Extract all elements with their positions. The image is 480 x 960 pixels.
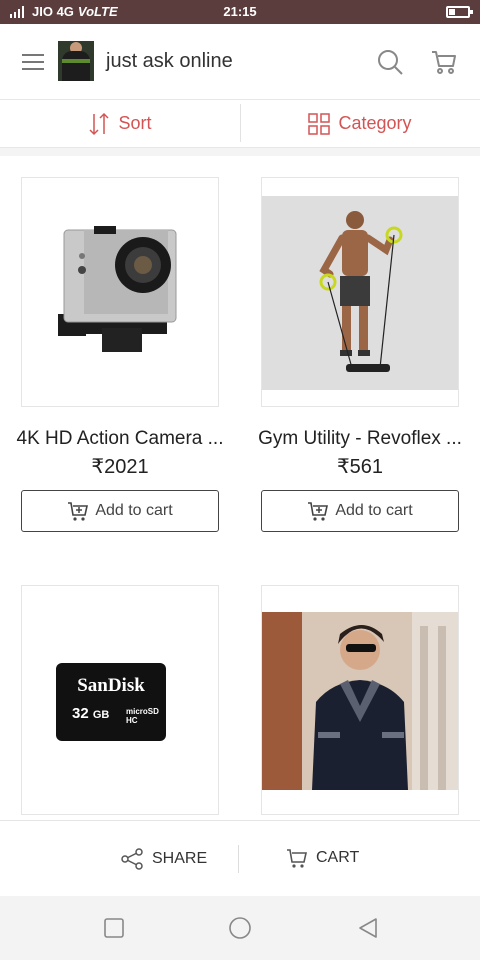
microsd-card: SanDisk 32 GB microSD HC bbox=[56, 663, 166, 741]
search-icon[interactable] bbox=[376, 48, 404, 76]
add-to-cart-button[interactable]: Add to cart bbox=[21, 490, 219, 532]
cart-label: CART bbox=[316, 849, 360, 866]
battery-icon bbox=[446, 6, 473, 18]
circle-home-icon[interactable] bbox=[228, 916, 252, 940]
cart-icon[interactable] bbox=[430, 48, 458, 76]
card-capacity: 32 GB bbox=[72, 705, 110, 722]
men-tshirt-image[interactable] bbox=[261, 585, 459, 815]
status-time: 21:15 bbox=[223, 4, 257, 19]
product-name[interactable]: 4K HD Action Camera ... bbox=[0, 428, 240, 450]
share-label: SHARE bbox=[152, 850, 208, 867]
square-recents-icon[interactable] bbox=[102, 916, 126, 940]
cart-add-icon bbox=[308, 502, 329, 521]
category-label: Category bbox=[338, 113, 412, 133]
bottom-divider bbox=[238, 845, 239, 873]
app-title: just ask online bbox=[106, 50, 233, 72]
sort-button[interactable]: Sort bbox=[0, 100, 240, 147]
hamburger-menu-icon[interactable] bbox=[22, 53, 44, 71]
sandisk-card-image[interactable]: SanDisk 32 GB microSD HC bbox=[21, 585, 219, 815]
share-button[interactable]: SHARE bbox=[120, 847, 207, 871]
product-name[interactable]: Gym Utility - Revoflex ... bbox=[240, 428, 480, 450]
system-nav-bar bbox=[0, 896, 480, 960]
add-to-cart-button[interactable]: Add to cart bbox=[261, 490, 459, 532]
cart-icon bbox=[287, 849, 307, 868]
status-bar: JIO 4G VoLTE 21:15 bbox=[0, 0, 480, 24]
app-header: just ask online bbox=[0, 24, 480, 100]
product-price: ₹2021 bbox=[91, 456, 149, 478]
triangle-back-icon[interactable] bbox=[356, 916, 380, 940]
sort-arrows-icon bbox=[89, 112, 110, 135]
sort-label: Sort bbox=[118, 113, 152, 133]
action-camera-image[interactable] bbox=[21, 177, 219, 407]
cart-add-icon bbox=[68, 502, 89, 521]
product-price: ₹561 bbox=[336, 456, 384, 478]
add-to-cart-label: Add to cart bbox=[335, 502, 413, 519]
grid-icon bbox=[308, 112, 331, 135]
bottom-action-bar: SHARE CART bbox=[0, 820, 480, 896]
category-button[interactable]: Category bbox=[240, 100, 480, 147]
filter-bar: Sort Category bbox=[0, 100, 480, 148]
page-divider bbox=[0, 148, 480, 156]
store-logo[interactable] bbox=[58, 41, 94, 81]
card-type: microSD HC bbox=[126, 707, 159, 725]
cart-button[interactable]: CART bbox=[286, 847, 359, 869]
gym-revoflex-image[interactable] bbox=[261, 177, 459, 407]
card-brand: SanDisk bbox=[77, 675, 145, 696]
share-icon bbox=[121, 848, 143, 870]
add-to-cart-label: Add to cart bbox=[95, 502, 173, 519]
